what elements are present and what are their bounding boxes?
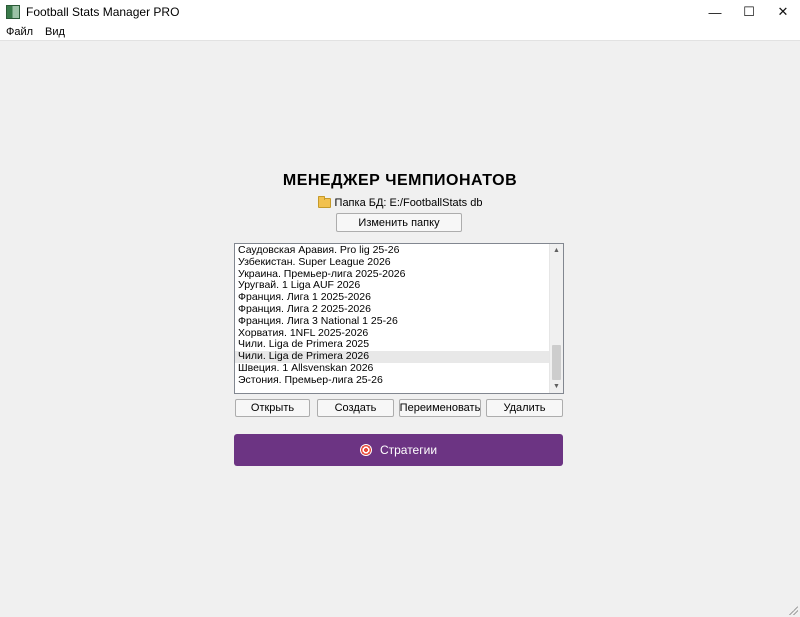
strategies-button[interactable]: Стратегии <box>234 434 563 466</box>
scroll-thumb[interactable] <box>552 345 561 380</box>
window-title: Football Stats Manager PRO <box>26 5 180 19</box>
folder-icon <box>317 196 331 208</box>
list-item[interactable]: Франция. Лига 3 National 1 25-26 <box>235 315 549 328</box>
menu-bar: Файл Вид <box>0 24 800 41</box>
delete-button[interactable]: Удалить <box>486 399 563 417</box>
menu-view[interactable]: Вид <box>39 26 71 38</box>
db-path-label: Папка БД: E:/FootballStats db <box>334 197 483 209</box>
create-button[interactable]: Создать <box>317 399 394 417</box>
strategies-label: Стратегии <box>379 443 438 457</box>
list-item[interactable]: Эстония. Премьер-лига 25-26 <box>235 374 549 387</box>
close-button[interactable]: ✕ <box>766 0 800 24</box>
resize-grip-icon[interactable] <box>788 605 798 615</box>
list-item[interactable]: Франция. Лига 2 2025-2026 <box>235 303 549 316</box>
scroll-up-icon[interactable]: ▲ <box>550 244 563 257</box>
list-scrollbar[interactable]: ▲ ▼ <box>549 244 563 393</box>
target-icon <box>359 444 372 456</box>
menu-file[interactable]: Файл <box>0 26 39 38</box>
rename-button[interactable]: Переименовать <box>399 399 481 417</box>
championship-list[interactable]: Саудовская Аравия. Pro lig 25-26 Узбекист… <box>234 243 564 394</box>
championship-list-items: Саудовская Аравия. Pro lig 25-26 Узбекист… <box>235 244 549 393</box>
page-title: МЕНЕДЖЕР ЧЕМПИОНАТОВ <box>282 172 518 189</box>
db-path: Папка БД: E:/FootballStats db <box>0 196 800 209</box>
app-icon <box>6 5 20 19</box>
scroll-down-icon[interactable]: ▼ <box>550 380 563 393</box>
list-item[interactable]: Узбекистан. Super League 2026 <box>235 256 549 269</box>
open-button[interactable]: Открыть <box>235 399 310 417</box>
change-folder-button[interactable]: Изменить папку <box>336 213 462 232</box>
title-bar: Football Stats Manager PRO — ☐ ✕ <box>0 0 800 24</box>
list-item[interactable]: Швеция. 1 Allsvenskan 2026 <box>235 362 549 375</box>
maximize-button[interactable]: ☐ <box>732 0 766 24</box>
minimize-button[interactable]: — <box>698 0 732 24</box>
window-controls: — ☐ ✕ <box>698 0 800 24</box>
